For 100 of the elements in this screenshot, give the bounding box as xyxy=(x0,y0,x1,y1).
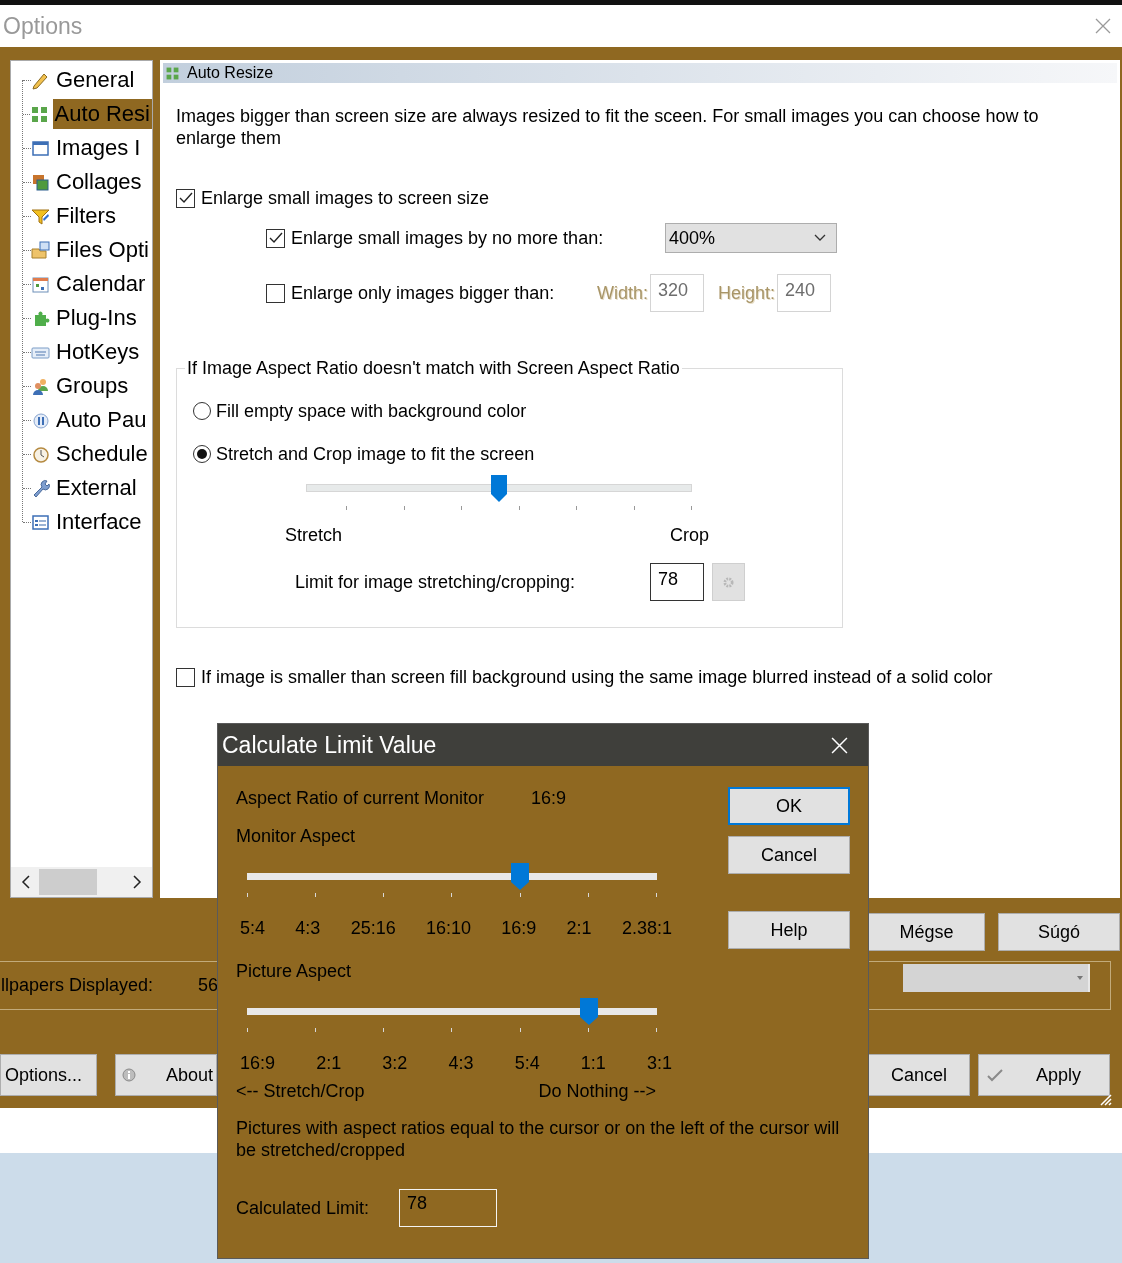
tick-mark xyxy=(587,1028,589,1032)
slider-title: Picture Aspect xyxy=(236,960,353,983)
slider-label: Stretch xyxy=(285,525,343,546)
pause-icon xyxy=(31,410,50,430)
list-window-icon xyxy=(31,512,50,532)
tick-mark xyxy=(655,1028,657,1032)
dialog-button[interactable]: Mégse xyxy=(868,913,985,951)
tree-item[interactable]: Calendar xyxy=(54,269,148,299)
tree-item[interactable]: Images I xyxy=(54,133,143,163)
scroll-thumb[interactable] xyxy=(39,869,97,895)
tick-label: 5:4 xyxy=(514,1052,540,1074)
dropdown-field[interactable] xyxy=(903,963,1090,992)
tick-mark xyxy=(451,893,453,897)
photos-icon xyxy=(31,172,50,192)
dialog-button[interactable]: Options... xyxy=(0,1054,97,1096)
tick-mark xyxy=(346,506,347,510)
tree-item[interactable]: Files Opti xyxy=(54,235,151,265)
chevron-left-icon[interactable] xyxy=(21,875,31,889)
tick-label: 16:9 xyxy=(240,1052,276,1074)
tree-item[interactable]: Interface xyxy=(54,507,144,537)
tree-item[interactable]: General xyxy=(54,65,137,95)
tick-label: 5:4 xyxy=(240,917,266,939)
tree-item[interactable]: Auto Pau xyxy=(54,405,149,435)
percent-dropdown[interactable]: 400% xyxy=(665,223,837,253)
slider-thumb[interactable] xyxy=(511,863,530,890)
tick-mark xyxy=(247,1028,248,1032)
tick-label: 16:9 xyxy=(501,917,537,939)
stat-label: llpapers Displayed: xyxy=(0,975,155,996)
checkbox[interactable] xyxy=(266,283,285,303)
tick-mark xyxy=(247,893,248,897)
caret-icon xyxy=(1077,975,1083,980)
tick-label: 3:2 xyxy=(382,1052,408,1074)
monitor-label: Aspect Ratio of current Monitor xyxy=(236,787,486,809)
tick-mark xyxy=(383,893,385,897)
tick-label: 25:16 xyxy=(350,917,396,939)
tree-item[interactable]: Groups xyxy=(54,371,131,401)
tree-item[interactable]: HotKeys xyxy=(54,337,142,367)
dialog-button[interactable]: Help xyxy=(728,911,850,949)
tree-item[interactable]: Schedule xyxy=(54,439,150,469)
tree-item[interactable]: Filters xyxy=(54,201,118,231)
grid-icon xyxy=(29,104,49,124)
slider-title: Monitor Aspect xyxy=(236,825,357,848)
dialog-button[interactable]: Apply xyxy=(978,1054,1110,1096)
tick-mark xyxy=(519,893,521,897)
field-label: Width: xyxy=(597,282,648,304)
chevron-right-icon[interactable] xyxy=(132,875,142,889)
dialog-title: Calculate Limit Value xyxy=(222,731,437,759)
checkbox[interactable] xyxy=(266,228,285,248)
tick-label: 2:1 xyxy=(316,1052,342,1074)
range-label: <-- Stretch/Crop xyxy=(236,1080,365,1102)
dialog-button[interactable]: Súgó xyxy=(998,913,1120,951)
dialog-button[interactable]: OK xyxy=(728,787,850,825)
result-label: Calculated Limit: xyxy=(236,1197,371,1219)
tick-mark xyxy=(451,1028,453,1032)
clock-icon xyxy=(31,444,50,464)
tick-mark xyxy=(315,1028,317,1032)
dialog-button[interactable]: Cancel xyxy=(728,836,850,874)
tick-mark xyxy=(633,506,635,510)
description-text: Images bigger than screen size are always resized to fit the sceen. For small images you can choose how to enlarge them xyxy=(176,105,1040,149)
tick-mark xyxy=(587,893,589,897)
dialog-button[interactable]: About xyxy=(115,1054,217,1096)
tick-label: 3:1 xyxy=(646,1052,672,1074)
slider-label: Crop xyxy=(670,525,709,546)
checkbox[interactable] xyxy=(176,667,195,687)
tree-item[interactable]: Auto Resi xyxy=(52,99,152,129)
tree-item[interactable]: Plug-Ins xyxy=(54,303,139,333)
tree-item[interactable]: External xyxy=(54,473,139,503)
result-field[interactable]: 78 xyxy=(399,1189,497,1227)
slider-thumb[interactable] xyxy=(491,475,507,502)
tick-mark xyxy=(518,506,520,510)
scrollbar[interactable] xyxy=(11,867,152,897)
people-icon xyxy=(31,376,50,396)
tick-label: 4:3 xyxy=(295,917,321,939)
grid-icon xyxy=(165,65,180,81)
tick-label: 4:3 xyxy=(448,1052,474,1074)
slider-track[interactable] xyxy=(247,863,657,890)
window-icon xyxy=(31,138,50,158)
input-field[interactable]: 78 xyxy=(650,563,704,601)
tick-mark xyxy=(655,893,657,897)
stat-value: 56 xyxy=(198,975,219,996)
tick-mark xyxy=(383,1028,385,1032)
slider-track[interactable] xyxy=(306,475,692,502)
radio-label: Fill empty space with background color xyxy=(216,400,527,422)
tick-mark xyxy=(691,506,692,510)
radio-label: Stretch and Crop image to fit the screen xyxy=(216,443,535,465)
tick-mark xyxy=(403,506,405,510)
chevron-down-icon xyxy=(814,234,826,242)
slider-track[interactable] xyxy=(247,998,657,1025)
tree-item[interactable]: Collages xyxy=(54,167,144,197)
tick-label: 2:1 xyxy=(566,917,592,939)
resize-grip-icon[interactable] xyxy=(1100,1094,1112,1106)
checkbox-label: Enlarge only images bigger than: xyxy=(291,282,556,304)
funnel-icon xyxy=(31,206,50,226)
dialog-button[interactable]: Cancel xyxy=(868,1054,970,1096)
slider-thumb[interactable] xyxy=(579,998,598,1025)
tick-mark xyxy=(576,506,577,510)
checkbox-label: If image is smaller than screen fill background using the same image blurred instead of a solid color xyxy=(201,666,993,688)
window-title: Options xyxy=(3,12,83,40)
calendar-icon xyxy=(31,274,50,294)
checkbox[interactable] xyxy=(176,188,195,208)
